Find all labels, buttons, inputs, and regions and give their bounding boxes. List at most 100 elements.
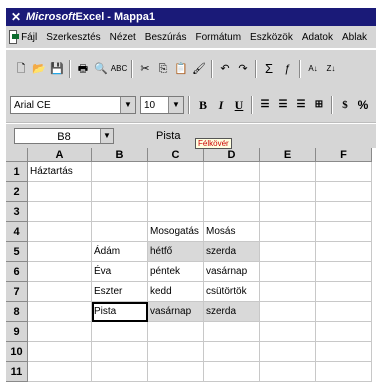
row-header-8[interactable]: 8 — [6, 302, 28, 322]
cell-D1[interactable] — [204, 162, 260, 182]
cell-D5[interactable]: szerda — [204, 242, 260, 262]
cell-B11[interactable] — [92, 362, 148, 382]
cell-F1[interactable] — [316, 162, 372, 182]
cell-C11[interactable] — [148, 362, 204, 382]
menu-tools[interactable]: Eszközök — [250, 32, 293, 43]
cell-C3[interactable] — [148, 202, 204, 222]
cell-A7[interactable] — [28, 282, 92, 302]
cell-B3[interactable] — [92, 202, 148, 222]
cell-B2[interactable] — [92, 182, 148, 202]
cell-F4[interactable] — [316, 222, 372, 242]
save-icon[interactable]: 💾 — [48, 60, 66, 78]
formula-input[interactable]: Pista — [156, 128, 180, 144]
merge-center-icon[interactable]: ⊞ — [310, 96, 328, 114]
cell-A4[interactable] — [28, 222, 92, 242]
cell-D7[interactable]: csütörtök — [204, 282, 260, 302]
cell-E7[interactable] — [260, 282, 316, 302]
cell-C4[interactable]: Mosogatás — [148, 222, 204, 242]
column-header-A[interactable]: A — [28, 148, 92, 162]
cell-A2[interactable] — [28, 182, 92, 202]
row-header-10[interactable]: 10 — [6, 342, 28, 362]
row-header-11[interactable]: 11 — [6, 362, 28, 382]
print-icon[interactable]: 🖶 — [74, 60, 92, 78]
cell-A3[interactable] — [28, 202, 92, 222]
row-header-9[interactable]: 9 — [6, 322, 28, 342]
column-header-E[interactable]: E — [260, 148, 316, 162]
row-header-5[interactable]: 5 — [6, 242, 28, 262]
cell-C5[interactable]: hétfő — [148, 242, 204, 262]
paste-icon[interactable]: 📋 — [172, 60, 190, 78]
name-box[interactable]: B8 ▼ — [14, 128, 114, 144]
row-header-4[interactable]: 4 — [6, 222, 28, 242]
cell-B1[interactable] — [92, 162, 148, 182]
column-header-D[interactable]: D — [204, 148, 260, 162]
column-header-B[interactable]: B — [92, 148, 148, 162]
cell-E1[interactable] — [260, 162, 316, 182]
column-header-F[interactable]: F — [316, 148, 372, 162]
cell-A11[interactable] — [28, 362, 92, 382]
cell-A6[interactable] — [28, 262, 92, 282]
menu-data[interactable]: Adatok — [302, 32, 333, 43]
cell-B10[interactable] — [92, 342, 148, 362]
cell-F9[interactable] — [316, 322, 372, 342]
cell-F8[interactable] — [316, 302, 372, 322]
redo-icon[interactable]: ↷ — [234, 60, 252, 78]
cell-C1[interactable] — [148, 162, 204, 182]
row-header-2[interactable]: 2 — [6, 182, 28, 202]
cell-C7[interactable]: kedd — [148, 282, 204, 302]
align-left-icon[interactable]: ☰ — [256, 96, 274, 114]
chevron-down-icon[interactable]: ▼ — [100, 129, 113, 143]
font-size-select[interactable]: 10 ▼ — [140, 96, 184, 114]
cut-icon[interactable]: ✂ — [136, 60, 154, 78]
cell-E5[interactable] — [260, 242, 316, 262]
row-header-3[interactable]: 3 — [6, 202, 28, 222]
cell-C6[interactable]: péntek — [148, 262, 204, 282]
undo-icon[interactable]: ↶ — [216, 60, 234, 78]
autosum-icon[interactable]: Σ — [260, 60, 278, 78]
menu-view[interactable]: Nézet — [110, 32, 136, 43]
cell-D2[interactable] — [204, 182, 260, 202]
cell-E10[interactable] — [260, 342, 316, 362]
cell-B7[interactable]: Eszter — [92, 282, 148, 302]
cell-F2[interactable] — [316, 182, 372, 202]
cell-D11[interactable] — [204, 362, 260, 382]
cell-C10[interactable] — [148, 342, 204, 362]
cell-E11[interactable] — [260, 362, 316, 382]
align-center-icon[interactable]: ☰ — [274, 96, 292, 114]
cell-E6[interactable] — [260, 262, 316, 282]
cell-D3[interactable] — [204, 202, 260, 222]
row-header-1[interactable]: 1 — [6, 162, 28, 182]
cell-A10[interactable] — [28, 342, 92, 362]
underline-button[interactable]: U — [230, 96, 248, 114]
cell-A5[interactable] — [28, 242, 92, 262]
new-doc-icon[interactable]: 🗋 — [12, 60, 30, 78]
currency-icon[interactable]: $ — [336, 96, 354, 114]
spelling-icon[interactable]: ABC — [110, 60, 128, 78]
cell-F10[interactable] — [316, 342, 372, 362]
cell-D6[interactable]: vasárnap — [204, 262, 260, 282]
chevron-down-icon[interactable]: ▼ — [120, 97, 135, 113]
cell-B9[interactable] — [92, 322, 148, 342]
bold-button[interactable]: B — [194, 96, 212, 114]
cell-E9[interactable] — [260, 322, 316, 342]
menu-file[interactable]: Fájl — [21, 32, 37, 43]
cell-E8[interactable] — [260, 302, 316, 322]
menu-edit[interactable]: Szerkesztés — [46, 32, 100, 43]
workbook-icon[interactable] — [9, 30, 20, 44]
align-right-icon[interactable]: ☰ — [292, 96, 310, 114]
select-all-corner[interactable] — [6, 148, 28, 162]
preview-icon[interactable]: 🔍 — [92, 60, 110, 78]
cell-D8[interactable]: szerda — [204, 302, 260, 322]
cell-A8[interactable] — [28, 302, 92, 322]
column-header-C[interactable]: C — [148, 148, 204, 162]
cell-C8[interactable]: vasárnap — [148, 302, 204, 322]
cell-E2[interactable] — [260, 182, 316, 202]
cell-F7[interactable] — [316, 282, 372, 302]
row-header-6[interactable]: 6 — [6, 262, 28, 282]
cell-E4[interactable] — [260, 222, 316, 242]
percent-button[interactable]: % — [354, 96, 372, 114]
cell-D9[interactable] — [204, 322, 260, 342]
cell-F11[interactable] — [316, 362, 372, 382]
cell-E3[interactable] — [260, 202, 316, 222]
cell-B4[interactable] — [92, 222, 148, 242]
